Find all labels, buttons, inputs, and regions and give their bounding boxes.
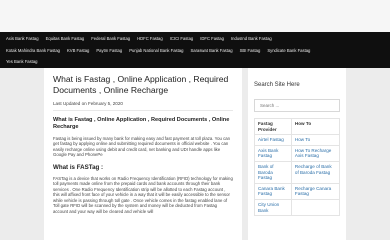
- howto-link[interactable]: [290, 198, 341, 217]
- table-row: Axis Bank Fastag How To Recharge Axis Fa…: [254, 144, 341, 162]
- table-row: Canara Bank Fastag Recharge Canara Fasta…: [254, 182, 341, 200]
- provider-link[interactable]: City Union Bank: [254, 198, 292, 217]
- last-updated: Last Updated on February 5, 2020: [53, 101, 123, 106]
- nav-item[interactable]: Punjab National Bank Fastag: [129, 48, 183, 53]
- table-row: Airtel Fastag How To: [254, 134, 341, 146]
- search-input[interactable]: [254, 99, 340, 112]
- nav-item[interactable]: SBI Fastag: [240, 48, 261, 53]
- fastag-provider-table: Fastag Provider How To Airtel Fastag How…: [254, 117, 341, 217]
- nav-item[interactable]: KVB Fastag: [67, 48, 89, 53]
- nav-item[interactable]: HDFC Fastag: [137, 36, 163, 41]
- nav-item[interactable]: Equitas Bank Fastag: [46, 36, 85, 41]
- provider-link[interactable]: Bank of Baroda Fastag: [254, 160, 292, 184]
- nav-item[interactable]: IDFC Fastag: [200, 36, 224, 41]
- nav-row-1: Axis Bank Fastag Equitas Bank Fastag Fed…: [6, 33, 384, 45]
- nav-row-3: Yes Bank Fastag: [6, 56, 384, 68]
- nav-item[interactable]: ICICI Fastag: [170, 36, 194, 41]
- table-row: Bank of Baroda Fastag Recharge of Bank o…: [254, 160, 341, 184]
- main-navigation: Axis Bank Fastag Equitas Bank Fastag Fed…: [0, 32, 390, 68]
- intro-paragraph: Fastag is being issued by many bank for …: [53, 135, 230, 158]
- howto-link[interactable]: How To: [290, 134, 341, 146]
- section-heading: What is Fastag , Online Application , Re…: [53, 117, 230, 130]
- howto-link[interactable]: How To Recharge Axis Fastag: [290, 144, 341, 162]
- nav-item[interactable]: Paytm Fastag: [96, 48, 122, 53]
- table-row: City Union Bank: [254, 198, 341, 217]
- nav-item[interactable]: Kotak Mahindra Bank Fastag: [6, 48, 60, 53]
- column-header: Fastag Provider: [254, 117, 292, 136]
- divider: [53, 110, 233, 111]
- nav-item[interactable]: Federal Bank Fastag: [91, 36, 130, 41]
- provider-link[interactable]: Axis Bank Fastag: [254, 144, 292, 162]
- nav-row-2: Kotak Mahindra Bank Fastag KVB Fastag Pa…: [6, 45, 384, 57]
- provider-link[interactable]: Canara Bank Fastag: [254, 182, 292, 200]
- nav-item[interactable]: IndusInd Bank Fastag: [231, 36, 272, 41]
- top-bar: [0, 0, 390, 33]
- sidebar: Search Site Here Fastag Provider How To …: [248, 68, 346, 240]
- article-content: What is Fastag , Online Application , Re…: [44, 68, 242, 240]
- howto-link[interactable]: Recharge Canara Fastag: [290, 182, 341, 200]
- page-title: What is Fastag , Online Application , Re…: [53, 74, 229, 95]
- nav-item[interactable]: Yes Bank Fastag: [6, 59, 38, 64]
- howto-link[interactable]: Recharge of Bank of Baroda Fastag: [290, 160, 341, 184]
- nav-item[interactable]: Syndicate Bank Fastag: [267, 48, 310, 53]
- table-header-row: Fastag Provider How To: [254, 117, 341, 136]
- nav-item[interactable]: Axis Bank Fastag: [6, 36, 39, 41]
- provider-link[interactable]: Airtel Fastag: [254, 134, 292, 146]
- sidebar-title: Search Site Here: [254, 82, 300, 88]
- fastag-heading: What is FASTag :: [53, 163, 104, 171]
- column-header: How To: [290, 117, 341, 136]
- fastag-paragraph: FASTag is a device that works on Radio F…: [53, 175, 233, 214]
- nav-item[interactable]: Saraswat Bank Fastag: [190, 48, 232, 53]
